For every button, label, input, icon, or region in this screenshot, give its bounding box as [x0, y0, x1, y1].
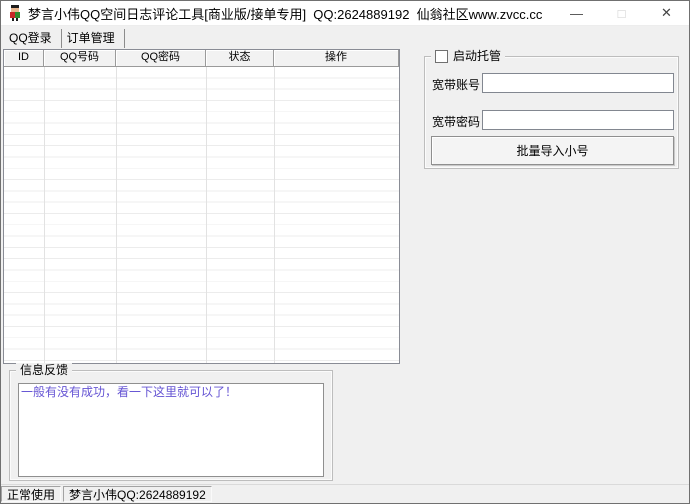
tab-order-management[interactable]: 订单管理 [62, 29, 125, 48]
title-bar[interactable]: 梦言小伟QQ空间日志评论工具[商业版/接单专用] QQ:2624889192 仙… [1, 1, 689, 26]
column-header-qq-password[interactable]: QQ密码 [116, 50, 206, 67]
broadband-password-input[interactable] [482, 110, 674, 130]
hosting-legend: 启动托管 [431, 49, 505, 63]
feedback-title: 信息反馈 [20, 363, 68, 377]
feedback-message[interactable]: 一般有没有成功，看一下这里就可以了！ [21, 385, 321, 400]
hosting-checkbox-label[interactable]: 启动托管 [453, 49, 501, 63]
status-usage: 正常使用 [1, 486, 61, 502]
tab-bar: QQ登录 订单管理 [4, 29, 125, 48]
column-header-qq-number[interactable]: QQ号码 [44, 50, 116, 67]
column-header-status[interactable]: 状态 [206, 50, 274, 67]
minimize-button[interactable]: — [554, 1, 599, 25]
app-window: 梦言小伟QQ空间日志评论工具[商业版/接单专用] QQ:2624889192 仙… [0, 0, 690, 504]
column-header-id[interactable]: ID [4, 50, 44, 67]
tab-qq-login[interactable]: QQ登录 [4, 29, 62, 48]
close-button[interactable]: ✕ [644, 1, 689, 25]
grid-line [274, 67, 275, 363]
hosting-groupbox: 启动托管 宽带账号 宽带密码 批量导入小号 [424, 56, 679, 169]
broadband-account-input[interactable] [482, 73, 674, 93]
window-title: 梦言小伟QQ空间日志评论工具[商业版/接单专用] QQ:2624889192 仙… [28, 4, 554, 23]
broadband-password-label: 宽带密码 [432, 113, 480, 130]
grid-line [44, 67, 45, 363]
broadband-account-row: 宽带账号 [425, 73, 678, 93]
status-bar: 正常使用 梦言小伟QQ:2624889192 [1, 484, 689, 503]
batch-import-button[interactable]: 批量导入小号 [431, 136, 674, 165]
table-header: ID QQ号码 QQ密码 状态 操作 [4, 50, 399, 67]
grid-line [206, 67, 207, 363]
broadband-password-row: 宽带密码 [425, 110, 678, 130]
broadband-account-label: 宽带账号 [432, 76, 480, 93]
table-body-empty[interactable] [4, 67, 399, 363]
feedback-groupbox: 信息反馈 一般有没有成功，看一下这里就可以了！ [9, 370, 333, 481]
grid-line [116, 67, 117, 363]
maximize-button: □ [599, 1, 644, 25]
window-controls: — □ ✕ [554, 1, 689, 25]
column-header-action[interactable]: 操作 [274, 50, 399, 67]
feedback-listbox[interactable]: 一般有没有成功，看一下这里就可以了！ [18, 383, 324, 477]
feedback-legend: 信息反馈 [16, 363, 72, 377]
hosting-checkbox[interactable] [435, 50, 448, 63]
qq-account-table: ID QQ号码 QQ密码 状态 操作 [3, 49, 400, 364]
app-icon [7, 5, 23, 21]
status-author-qq: 梦言小伟QQ:2624889192 [63, 486, 212, 502]
